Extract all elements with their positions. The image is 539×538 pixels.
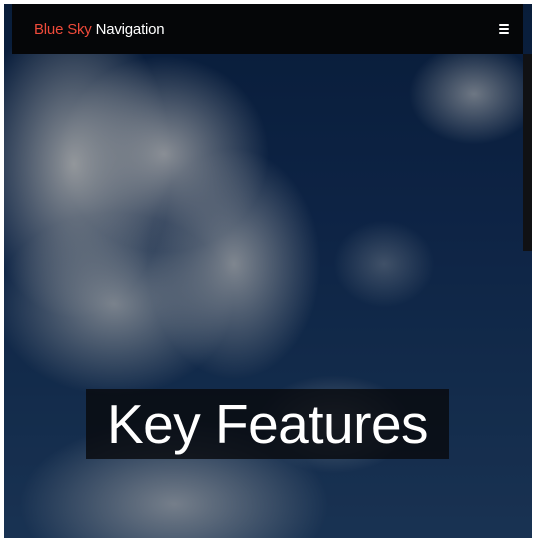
hero-title: Key Features: [86, 389, 449, 459]
brand-rest-text: Navigation: [91, 20, 165, 38]
menu-bar-line: [499, 28, 509, 30]
hamburger-menu-icon[interactable]: [499, 24, 509, 34]
brand-accent-text: Blue Sky: [34, 20, 92, 38]
menu-bar-line: [499, 24, 509, 26]
page-viewport: Blue Sky Navigation Key Features: [4, 4, 532, 538]
scrollbar-thumb[interactable]: [523, 54, 532, 251]
menu-bar-line: [499, 32, 509, 34]
top-navbar: Blue Sky Navigation: [12, 4, 523, 54]
brand-logo-link[interactable]: Blue Sky Navigation: [34, 20, 165, 38]
